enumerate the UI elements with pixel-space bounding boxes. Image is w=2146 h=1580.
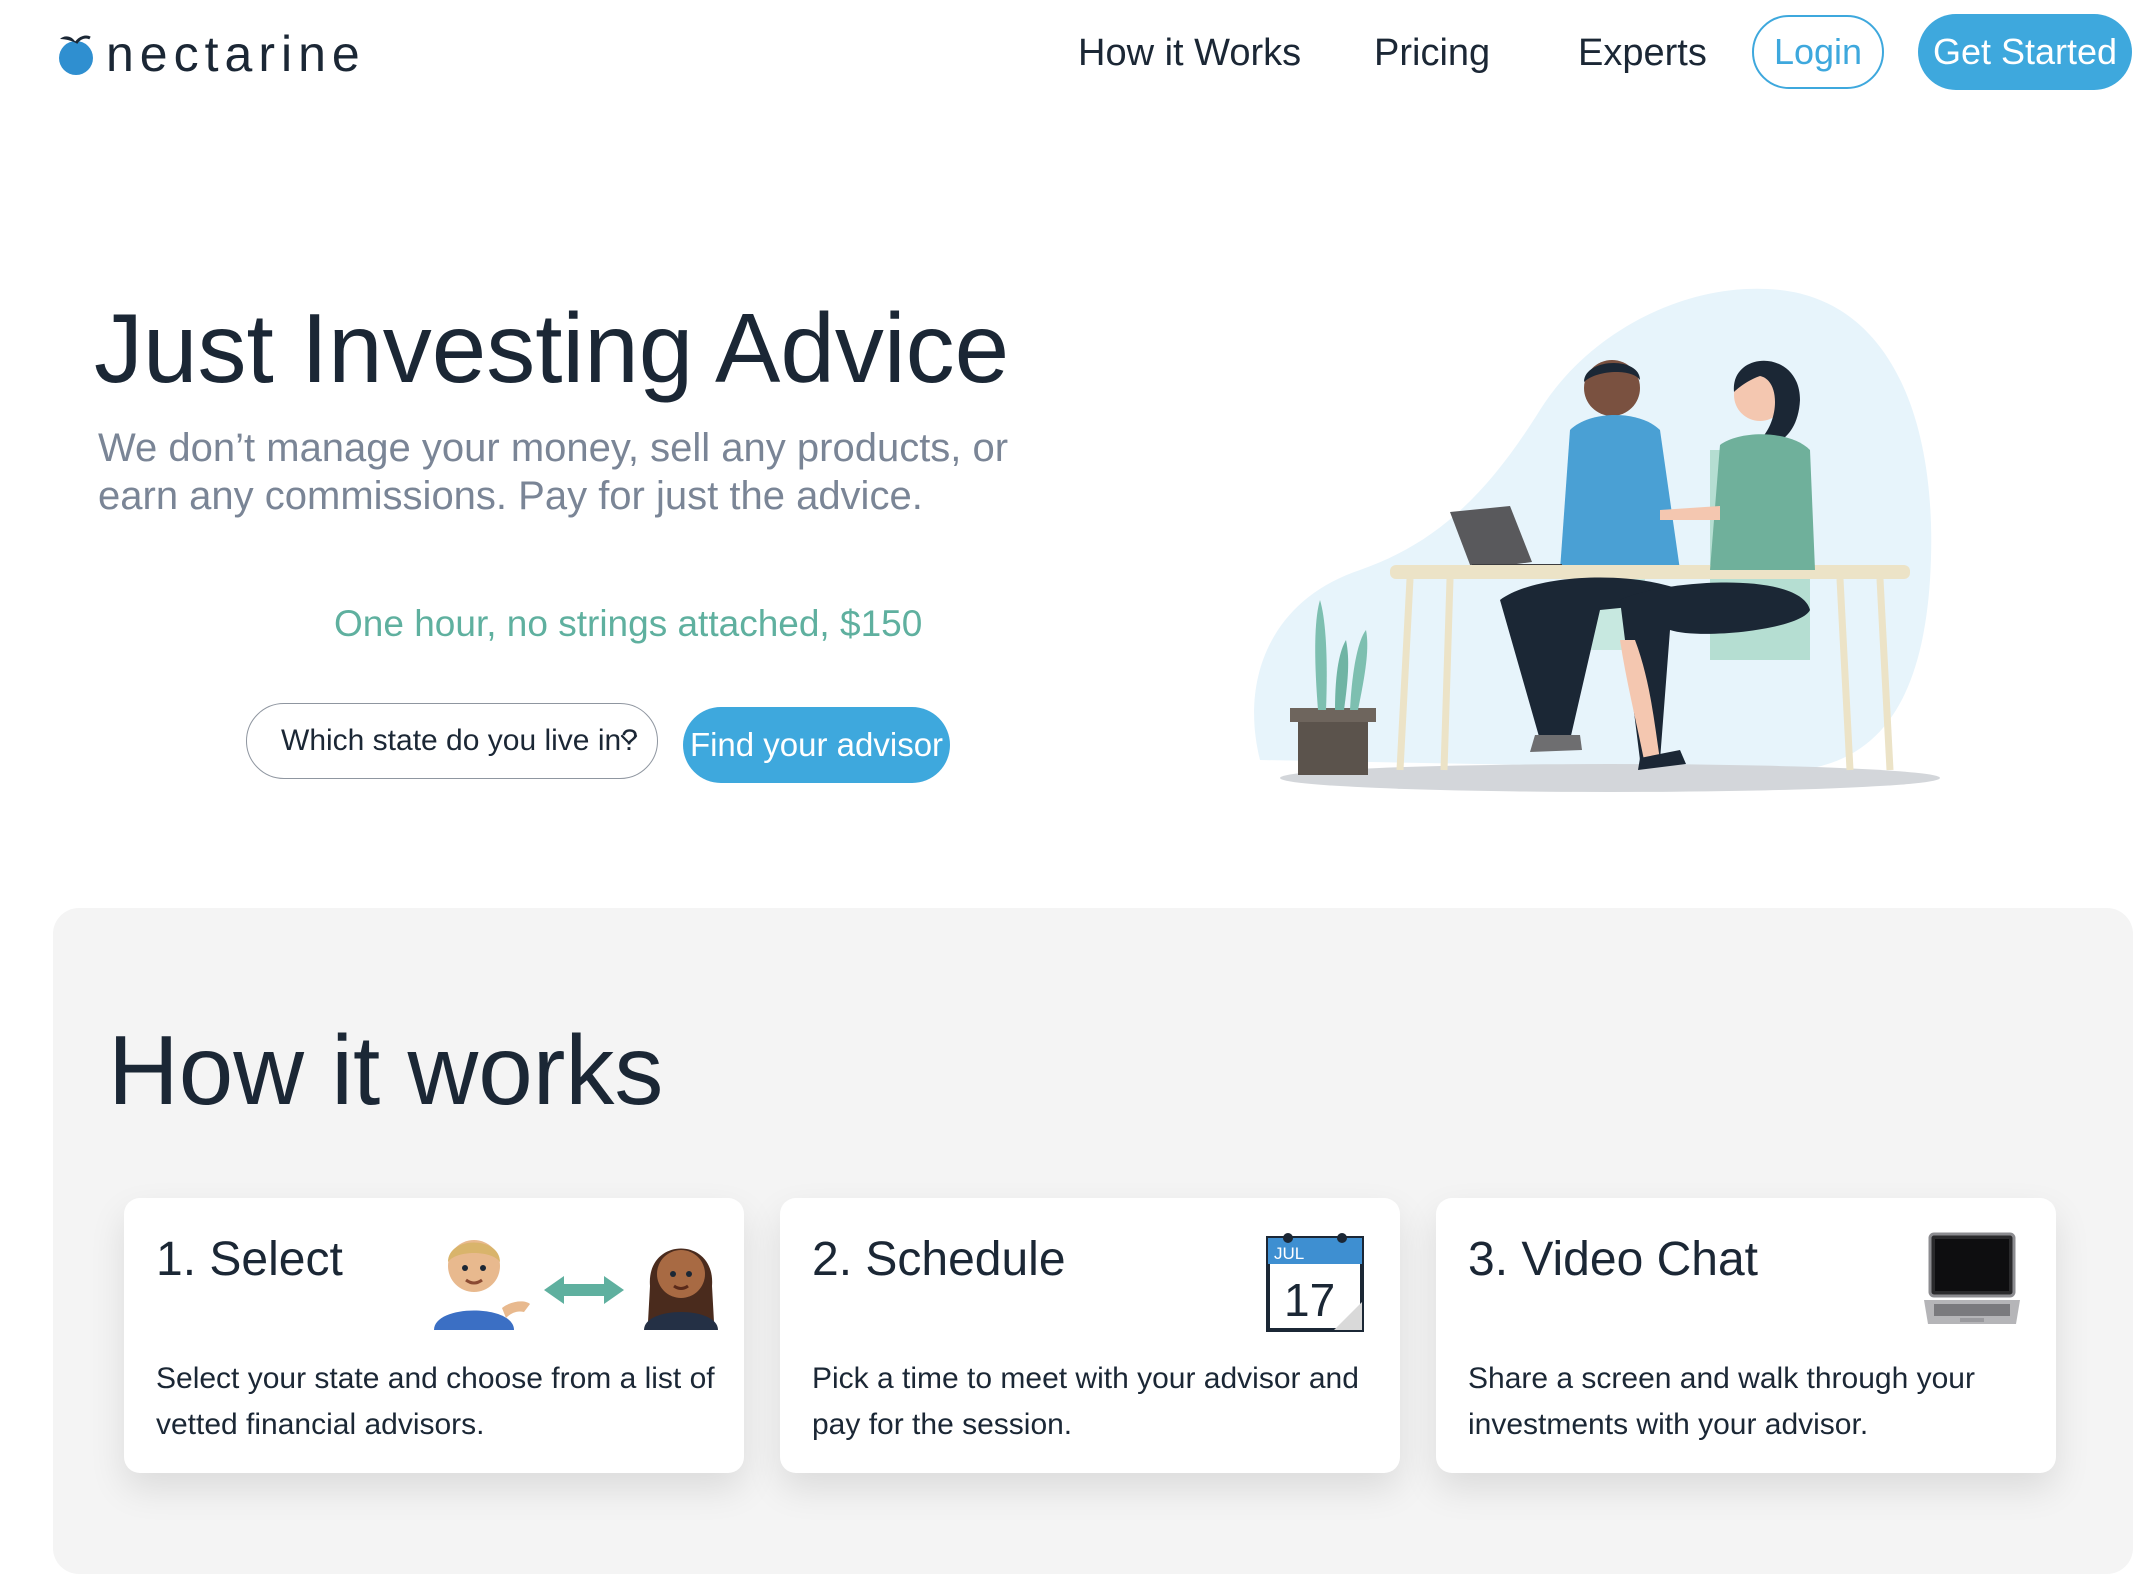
brand-logo[interactable]: nectarine bbox=[52, 24, 366, 84]
step-description: Pick a time to meet with your advisor an… bbox=[812, 1362, 1359, 1441]
login-button[interactable]: Login bbox=[1752, 15, 1884, 89]
people-exchange-icon bbox=[434, 1240, 718, 1330]
nav-experts[interactable]: Experts bbox=[1578, 30, 1707, 76]
step-title: 1. Select bbox=[156, 1233, 343, 1286]
state-select[interactable]: Which state do you live in? bbox=[246, 703, 658, 779]
step-description: Select your state and choose from a list… bbox=[156, 1362, 715, 1441]
step-card-select: 1. Select Select your state and choose f… bbox=[124, 1198, 744, 1473]
nectarine-logo-icon bbox=[59, 35, 93, 75]
step-card-video-chat: 3. Video Chat Share a screen and walk th… bbox=[1436, 1198, 2056, 1473]
step-title: 3. Video Chat bbox=[1468, 1233, 1758, 1286]
nav-pricing[interactable]: Pricing bbox=[1374, 30, 1490, 76]
chevron-down-icon bbox=[620, 734, 638, 745]
step-title: 2. Schedule bbox=[812, 1233, 1066, 1286]
brand-name: nectarine bbox=[106, 26, 366, 82]
calendar-month: JUL bbox=[1274, 1244, 1304, 1263]
how-it-works-title: How it works bbox=[108, 1015, 664, 1125]
advisor-meeting-illustration bbox=[1254, 288, 1940, 792]
calendar-icon: JUL 17 bbox=[1266, 1233, 1364, 1332]
step-card-schedule: 2. Schedule Pick a time to meet with you… bbox=[780, 1198, 1400, 1473]
calendar-day: 17 bbox=[1284, 1274, 1335, 1326]
state-select-value: Which state do you live in? bbox=[281, 724, 638, 757]
find-advisor-button[interactable]: Find your advisor bbox=[683, 707, 950, 783]
price-tagline: One hour, no strings attached, $150 bbox=[334, 603, 923, 644]
hero-subtitle: We don’t manage your money, sell any pro… bbox=[98, 426, 1009, 518]
nav-how-it-works[interactable]: How it Works bbox=[1078, 30, 1301, 76]
step-description: Share a screen and walk through your inv… bbox=[1468, 1362, 1975, 1441]
get-started-button[interactable]: Get Started bbox=[1918, 14, 2132, 90]
hero-title: Just Investing Advice bbox=[94, 293, 1010, 403]
laptop-icon bbox=[1924, 1232, 2020, 1324]
